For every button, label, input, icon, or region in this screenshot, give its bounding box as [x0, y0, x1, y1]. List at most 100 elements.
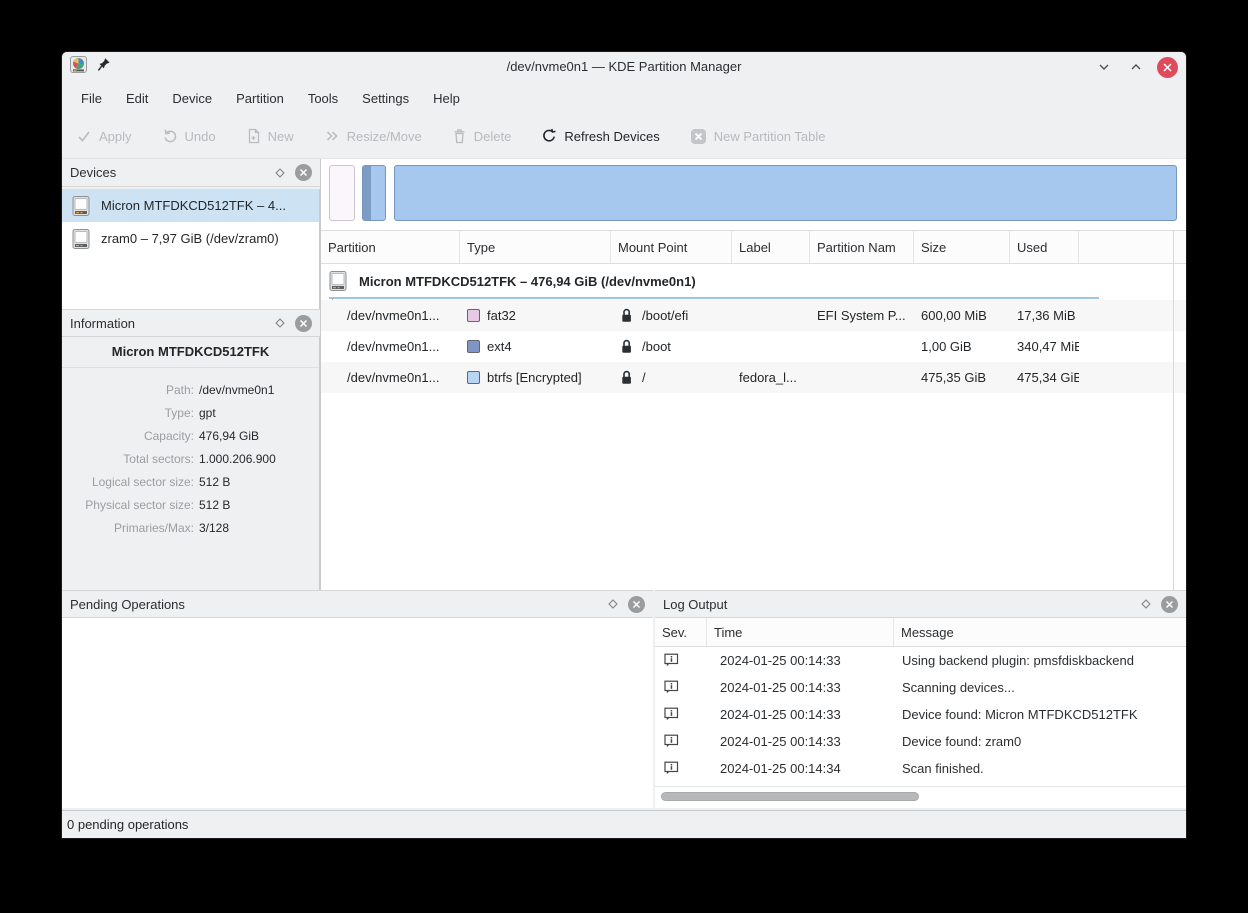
new-partition-table-button[interactable]: New Partition Table [690, 128, 826, 145]
log-output-header: Log Output [655, 590, 1186, 618]
new-file-icon [246, 128, 261, 144]
info-field-label: Total sectors: [62, 452, 194, 466]
partition-row-efi[interactable]: /dev/nvme0n1... fat32 /boot/efi EFI Syst… [321, 300, 1186, 331]
log-column-severity[interactable]: Sev. [655, 618, 707, 646]
menu-settings[interactable]: Settings [351, 87, 420, 110]
pending-operations-count: 0 pending operations [67, 817, 188, 832]
menubar: File Edit Device Partition Tools Setting… [62, 82, 1186, 114]
log-row[interactable]: 2024-01-25 00:14:33 Scanning devices... [655, 674, 1186, 701]
new-button[interactable]: New [246, 128, 294, 144]
float-panel-icon[interactable] [606, 597, 620, 611]
column-mount-point[interactable]: Mount Point [611, 231, 732, 263]
menu-file[interactable]: File [70, 87, 113, 110]
information-panel: Micron MTFDKCD512TFK Path:/dev/nvme0n1 T… [62, 337, 320, 590]
mount-point: /boot [642, 339, 671, 354]
partition-segment-fat32[interactable] [329, 165, 355, 221]
kde-partition-manager-window: /dev/nvme0n1 — KDE Partition Manager Fil… [62, 52, 1186, 838]
partition-table-header: Partition Type Mount Point Label Partiti… [321, 230, 1186, 264]
table-right-separator [1173, 230, 1174, 590]
log-time: 2024-01-25 00:14:33 [707, 701, 894, 728]
group-underline [329, 297, 1099, 299]
info-field-value: 1.000.206.900 [199, 452, 276, 466]
log-row[interactable]: 2024-01-25 00:14:33 Device found: zram0 [655, 728, 1186, 755]
partition-label: fedora_l... [732, 362, 810, 393]
float-panel-icon[interactable] [273, 166, 287, 180]
column-type[interactable]: Type [460, 231, 611, 263]
log-column-time[interactable]: Time [707, 618, 894, 646]
float-panel-icon[interactable] [273, 316, 287, 330]
table-x-icon [690, 128, 707, 145]
menu-help[interactable]: Help [422, 87, 471, 110]
partition-bar [329, 165, 1177, 223]
partition-name: EFI System P... [810, 300, 914, 331]
partition-used: 475,34 GiB [1010, 362, 1079, 393]
double-chevron-icon [324, 128, 340, 144]
partition-row-root[interactable]: /dev/nvme0n1... btrfs [Encrypted] / fedo… [321, 362, 1186, 393]
menu-device[interactable]: Device [161, 87, 223, 110]
partition-used: 17,36 MiB [1010, 300, 1079, 331]
partition-segment-btrfs[interactable] [394, 165, 1177, 221]
log-message: Device found: Micron MTFDKCD512TFK [894, 701, 1186, 728]
menu-tools[interactable]: Tools [297, 87, 349, 110]
column-label[interactable]: Label [732, 231, 810, 263]
log-column-message[interactable]: Message [894, 618, 1186, 646]
column-partition[interactable]: Partition [321, 231, 460, 263]
log-message: Scan finished. [894, 755, 1186, 782]
info-field-label: Primaries/Max: [62, 521, 194, 535]
info-bubble-icon [664, 761, 679, 776]
close-panel-icon[interactable] [295, 315, 312, 332]
refresh-devices-button[interactable]: Refresh Devices [541, 128, 659, 144]
close-panel-icon[interactable] [295, 164, 312, 181]
info-field-value: 3/128 [199, 521, 229, 535]
info-field-label: Path: [62, 383, 194, 397]
titlebar[interactable]: /dev/nvme0n1 — KDE Partition Manager [62, 52, 1186, 82]
log-row[interactable]: 2024-01-25 00:14:33 Using backend plugin… [655, 647, 1186, 674]
partition-path: /dev/nvme0n1... [321, 331, 460, 362]
horizontal-scrollbar[interactable] [655, 786, 1186, 807]
undo-icon [162, 128, 178, 144]
undo-button[interactable]: Undo [162, 128, 216, 144]
log-row[interactable]: 2024-01-25 00:14:33 Device found: Micron… [655, 701, 1186, 728]
devices-panel-title: Devices [70, 165, 273, 180]
device-group-label: Micron MTFDKCD512TFK – 476,94 GiB (/dev/… [359, 274, 696, 289]
partition-label [732, 331, 810, 362]
close-button[interactable] [1157, 57, 1178, 78]
device-group-row[interactable]: Micron MTFDKCD512TFK – 476,94 GiB (/dev/… [321, 264, 1186, 298]
float-panel-icon[interactable] [1139, 597, 1153, 611]
information-panel-header: Information [62, 309, 320, 337]
pending-operations-header: Pending Operations [62, 590, 653, 618]
delete-button[interactable]: Delete [452, 128, 512, 144]
close-panel-icon[interactable] [628, 596, 645, 613]
close-panel-icon[interactable] [1161, 596, 1178, 613]
info-bubble-icon [664, 734, 679, 749]
log-row[interactable]: 2024-01-25 00:14:34 Scan finished. [655, 755, 1186, 782]
hard-drive-icon [321, 270, 349, 292]
log-time: 2024-01-25 00:14:33 [707, 728, 894, 755]
minimize-button[interactable] [1093, 56, 1115, 78]
resize-move-button[interactable]: Resize/Move [324, 128, 422, 144]
device-item-zram0[interactable]: zram0 – 7,97 GiB (/dev/zram0) [62, 222, 319, 255]
information-panel-title: Information [70, 316, 273, 331]
devices-list: Micron MTFDKCD512TFK – 4... zram0 – 7,97… [62, 189, 320, 309]
partition-segment-ext4[interactable] [362, 165, 386, 221]
menu-partition[interactable]: Partition [225, 87, 295, 110]
menu-edit[interactable]: Edit [115, 87, 159, 110]
trash-icon [452, 128, 467, 144]
column-used[interactable]: Used [1010, 231, 1079, 263]
partition-name [810, 362, 914, 393]
filesystem-color-swatch [467, 371, 480, 384]
apply-button[interactable]: Apply [76, 128, 132, 144]
partition-table-area: Partition Type Mount Point Label Partiti… [320, 159, 1186, 590]
devices-panel-header: Devices [62, 159, 320, 187]
maximize-button[interactable] [1125, 56, 1147, 78]
column-partition-name[interactable]: Partition Nam [810, 231, 914, 263]
column-size[interactable]: Size [914, 231, 1010, 263]
scrollbar-thumb[interactable] [661, 792, 919, 801]
device-item-micron[interactable]: Micron MTFDKCD512TFK – 4... [62, 189, 319, 222]
log-message: Device found: zram0 [894, 728, 1186, 755]
partition-row-boot[interactable]: /dev/nvme0n1... ext4 /boot 1,00 GiB 340,… [321, 331, 1186, 362]
log-time: 2024-01-25 00:14:33 [707, 647, 894, 674]
filesystem-type: fat32 [487, 308, 516, 323]
check-icon [76, 128, 92, 144]
column-blank [1079, 231, 1186, 263]
